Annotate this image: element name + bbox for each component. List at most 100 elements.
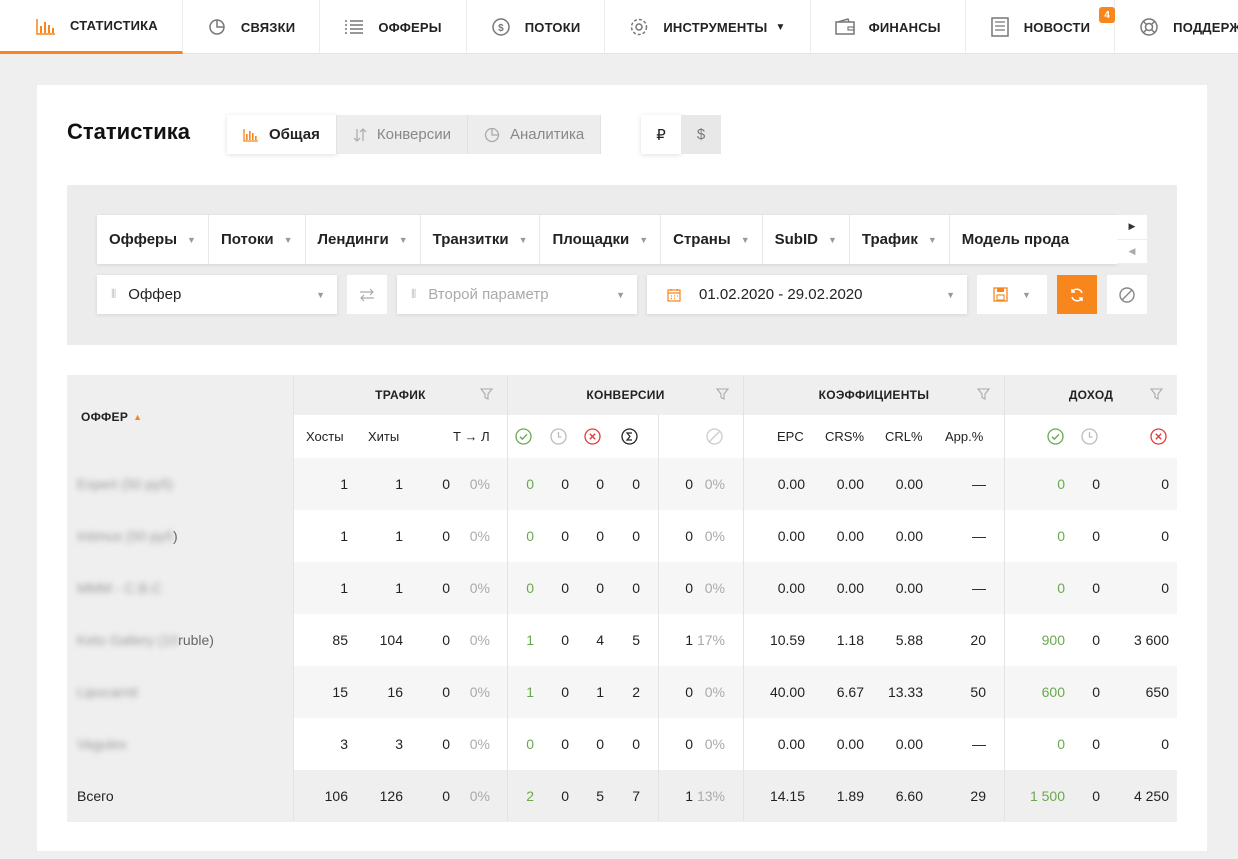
offer-name-cell[interactable]: Expert (50 руб): [67, 458, 293, 510]
save-icon: [993, 287, 1008, 302]
cell-i-ok: 900: [1041, 632, 1065, 648]
currency-usd[interactable]: $: [681, 115, 721, 154]
pending-icon[interactable]: [550, 415, 567, 458]
filter-tab-landings[interactable]: Лендинги ▼: [306, 215, 421, 264]
table-row[interactable]: Keto Gallery (10 ruble) 85 104 0 0% 1 0 4 5 1 17% 1…: [67, 614, 1177, 666]
nav-label: СТАТИСТИКА: [70, 18, 158, 33]
cell-i-ok: 0: [1057, 476, 1065, 492]
second-param-select[interactable]: ⦀ Второй параметр ▼: [397, 275, 637, 314]
cell-i-wait: 0: [1092, 684, 1100, 700]
cell-c-wait: 0: [561, 736, 569, 752]
date-range-picker[interactable]: 01.02.2020 - 29.02.2020 ▼: [647, 275, 967, 314]
col-crl[interactable]: CRL%: [885, 415, 923, 458]
scroll-right-icon[interactable]: ▶: [1117, 215, 1147, 240]
nav-label: ФИНАНСЫ: [868, 19, 941, 35]
filter-tab-prelandings[interactable]: Транзитки ▼: [421, 215, 541, 264]
nav-support[interactable]: ПОДДЕРЖКА: [1115, 0, 1238, 54]
cell-c-rej: 5: [596, 788, 604, 804]
filter-tab-flows[interactable]: Потоки ▼: [209, 215, 306, 264]
offer-name-cell[interactable]: Lipocarnit: [67, 666, 293, 718]
income-approved-icon[interactable]: [1047, 415, 1064, 458]
col-hosts[interactable]: Хосты: [306, 415, 344, 458]
offer-name-cell[interactable]: Vagulex: [67, 718, 293, 770]
cell-c-ok: 0: [526, 580, 534, 596]
tab-analytics[interactable]: Аналитика: [467, 115, 602, 154]
rejected-icon[interactable]: [584, 415, 601, 458]
cell-i-ok: 0: [1057, 528, 1065, 544]
cell-epc: 0.00: [777, 528, 805, 544]
save-preset-button[interactable]: ▼: [977, 275, 1047, 314]
col-epc[interactable]: EPC: [777, 415, 804, 458]
nav-offers[interactable]: ОФФЕРЫ: [320, 0, 467, 54]
cell-app: 29: [970, 788, 986, 804]
group-traffic: ТРАФИК: [293, 375, 507, 415]
group-by-tabs: Офферы ▼ Потоки ▼ Лендинги ▼ Транзитки ▼ Пло…: [97, 215, 1117, 264]
currency-switch: ₽ $: [641, 115, 721, 154]
filter-icon[interactable]: [1149, 388, 1164, 403]
filter-icon[interactable]: [976, 388, 991, 403]
cell-c-sum: 5: [632, 632, 640, 648]
income-pending-icon[interactable]: [1081, 415, 1098, 458]
first-param-select[interactable]: ⦀ Оффер ▼: [97, 275, 337, 314]
cell-c-ok: 1: [526, 632, 534, 648]
sum-icon[interactable]: [621, 415, 638, 458]
group-label: ДОХОД: [1068, 388, 1114, 402]
block-icon: [1119, 286, 1135, 303]
table-row[interactable]: MMM - C.B.C 1 1 0 0% 0 0 0 0 0 0% 0.00 0.00 0.00 — 0 0 0: [67, 562, 1177, 614]
filter-tab-label: Лендинги: [317, 231, 389, 248]
table-total-row[interactable]: Всего 106 126 0 0% 2 0 5 7 1 13% 14.15 1.89 6.60 29 1 5…: [67, 770, 1177, 822]
tab-conversions[interactable]: Конверсии: [336, 115, 468, 154]
filter-tab-offers[interactable]: Офферы ▼: [97, 215, 209, 264]
cell-epc: 0.00: [777, 580, 805, 596]
filter-tab-traffic[interactable]: Трафик ▼: [850, 215, 950, 264]
col-hits[interactable]: Хиты: [368, 415, 399, 458]
nav-statistics[interactable]: СТАТИСТИКА: [0, 0, 183, 54]
approved-icon[interactable]: [515, 415, 532, 458]
currency-rub[interactable]: ₽: [641, 115, 681, 154]
filter-tab-subid[interactable]: SubID ▼: [763, 215, 850, 264]
cell-tl-pct: 0%: [469, 736, 490, 752]
cell-epc: 40.00: [769, 684, 805, 700]
nav-news[interactable]: НОВОСТИ: [966, 0, 1116, 54]
cell-c-x_pct: 13%: [696, 788, 725, 804]
cell-hosts: 1: [340, 580, 348, 596]
page-title: Статистика: [67, 119, 190, 144]
nav-finance[interactable]: ФИНАНСЫ: [811, 0, 966, 54]
col-app[interactable]: App.%: [945, 415, 983, 458]
refresh-button[interactable]: [1057, 275, 1097, 314]
income-rejected-icon[interactable]: [1150, 415, 1167, 458]
table-row[interactable]: Expert (50 руб) 1 1 0 0% 0 0 0 0 0 0% 0.00 0.00 0.00 —…: [67, 458, 1177, 510]
cell-hits: 3: [395, 736, 403, 752]
filter-tab-sites[interactable]: Площадки ▼: [540, 215, 662, 264]
offer-name: Lipocarnit: [77, 684, 138, 700]
nav-bundles[interactable]: СВЯЗКИ: [183, 0, 321, 54]
col-crs[interactable]: CRS%: [825, 415, 864, 458]
table-row[interactable]: Intimus (50 руб) 1 1 0 0% 0 0 0 0 0 0% 0.00 0.00 0.00…: [67, 510, 1177, 562]
offer-column-header[interactable]: ОФФЕР ▲: [67, 375, 293, 458]
cell-c-wait: 0: [561, 684, 569, 700]
swap-params-button[interactable]: [347, 275, 387, 314]
cell-i-ok: 0: [1057, 580, 1065, 596]
offer-name-cell[interactable]: Intimus (50 руб): [67, 510, 293, 562]
filter-icon[interactable]: [479, 388, 494, 403]
nav-flows[interactable]: $ ПОТОКИ: [467, 0, 606, 54]
nav-tools[interactable]: ИНСТРУМЕНТЫ ▼: [605, 0, 811, 54]
cell-c-x_pct: 0%: [704, 736, 725, 752]
cell-hits: 1: [395, 476, 403, 492]
tab-general[interactable]: Общая: [227, 115, 337, 154]
offer-name-cell[interactable]: Всего: [67, 770, 293, 822]
offer-name-cell[interactable]: Keto Gallery (10 ruble): [67, 614, 293, 666]
table-row[interactable]: Lipocarnit 15 16 0 0% 1 0 1 2 0 0% 40.00 6.67 13.33 50…: [67, 666, 1177, 718]
chevron-down-icon: ▼: [639, 234, 649, 245]
filter-tab-countries[interactable]: Страны ▼: [661, 215, 763, 264]
table-row[interactable]: Vagulex 3 3 0 0% 0 0 0 0 0 0% 0.00 0.00 0.00 — 0 0 0: [67, 718, 1177, 770]
filter-tab-sales-model[interactable]: Модель прода: [950, 215, 1081, 264]
col-tl[interactable]: Т → Л: [453, 415, 490, 458]
trash-icon[interactable]: [706, 415, 723, 458]
reset-button[interactable]: [1107, 275, 1147, 314]
filter-icon[interactable]: [715, 388, 730, 403]
scroll-left-icon[interactable]: ◀: [1117, 240, 1147, 264]
gear-icon: [629, 17, 649, 37]
offer-name-cell[interactable]: MMM - C.B.C: [67, 562, 293, 614]
drag-handle-icon: ⦀: [111, 287, 117, 301]
